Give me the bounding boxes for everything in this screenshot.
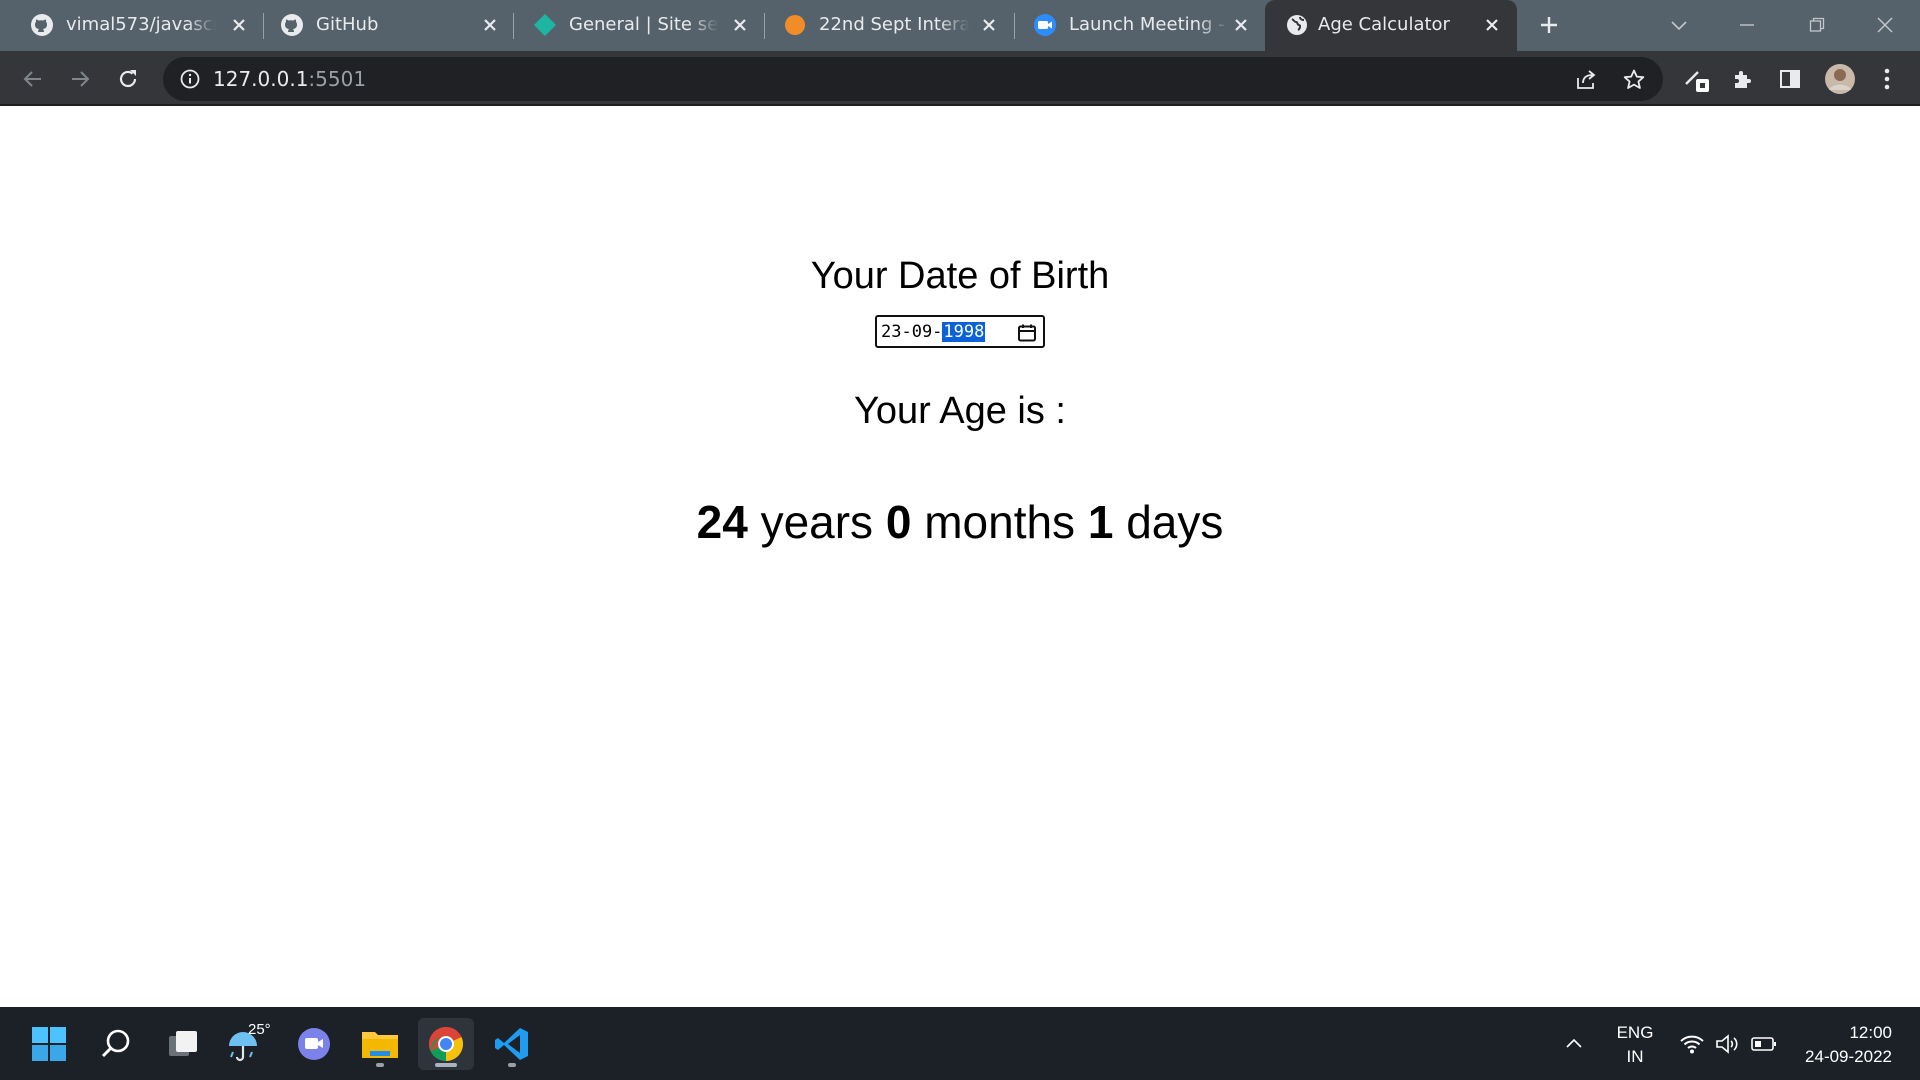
vscode-icon[interactable]	[486, 1018, 538, 1070]
age-result: 24 years 0 months 1 days	[0, 495, 1920, 549]
dob-heading: Your Date of Birth	[810, 255, 1110, 297]
share-icon[interactable]	[1573, 67, 1599, 93]
globe-icon	[1285, 13, 1309, 37]
tab-search-chevron-icon[interactable]	[1662, 8, 1696, 42]
tab-age-calculator[interactable]: Age Calculator	[1265, 0, 1517, 51]
volume-icon[interactable]	[1708, 1018, 1748, 1070]
windows-start-icon[interactable]	[23, 1018, 75, 1070]
close-tab-icon[interactable]	[976, 12, 1002, 38]
close-tab-icon[interactable]	[1479, 12, 1505, 38]
tab-title: Launch Meeting - Z	[1069, 14, 1229, 35]
side-panel-icon[interactable]	[1775, 64, 1805, 94]
minimize-icon[interactable]	[1730, 8, 1764, 42]
wifi-icon[interactable]	[1672, 1018, 1712, 1070]
restore-icon[interactable]	[1800, 8, 1834, 42]
url-text: 127.0.0.1:5501	[213, 68, 366, 90]
close-tab-icon[interactable]	[226, 12, 252, 38]
age-years-word: years	[760, 496, 874, 548]
lang-code: ENG	[1616, 1023, 1654, 1042]
task-view-icon[interactable]	[157, 1018, 209, 1070]
language-indicator[interactable]: ENG IN	[1612, 1007, 1658, 1080]
diamond-icon	[533, 13, 557, 37]
zoom-icon	[1033, 13, 1057, 37]
age-months-word: months	[924, 496, 1076, 548]
page-viewport: Your Date of Birth 23-09-1998 Your Age i…	[0, 107, 1920, 1007]
browser-toolbar: 127.0.0.1:5501	[0, 51, 1920, 106]
bookmark-star-icon[interactable]	[1621, 67, 1647, 93]
tab-title: vimal573/javascript	[66, 14, 216, 35]
github-icon	[30, 13, 54, 37]
teams-chat-icon[interactable]	[288, 1018, 340, 1070]
extension-pen-icon[interactable]	[1683, 64, 1713, 94]
site-info-icon[interactable]	[179, 68, 201, 90]
tab-interaction[interactable]: 22nd Sept Interactiv	[753, 0, 1003, 51]
address-bar[interactable]: 127.0.0.1:5501	[163, 57, 1663, 101]
tab-github[interactable]: GitHub	[250, 0, 510, 51]
date-value[interactable]: 23-09-1998	[881, 322, 986, 342]
tab-title: General | Site settin	[569, 14, 719, 35]
close-tab-icon[interactable]	[477, 12, 503, 38]
weather-temperature: 25°	[248, 1021, 271, 1038]
clock[interactable]: 12:00 24-09-2022	[1790, 1007, 1900, 1080]
close-tab-icon[interactable]	[727, 12, 753, 38]
search-icon[interactable]	[90, 1018, 142, 1070]
back-icon[interactable]	[18, 64, 48, 94]
battery-icon[interactable]	[1744, 1018, 1784, 1070]
age-days-word: days	[1126, 496, 1224, 548]
calendar-icon[interactable]	[1017, 323, 1037, 343]
chrome-icon[interactable]	[418, 1018, 474, 1070]
browser-tabstrip: vimal573/javascript GitHub General | Sit…	[0, 0, 1920, 51]
tab-title: Age Calculator	[1318, 14, 1450, 35]
tab-title: 22nd Sept Interactiv	[819, 14, 969, 35]
extensions-puzzle-icon[interactable]	[1728, 64, 1758, 94]
orange-dot-icon	[783, 13, 807, 37]
profile-avatar[interactable]	[1823, 62, 1857, 96]
url-host: 127.0.0.1	[213, 67, 309, 91]
age-months-value: 0	[885, 496, 912, 548]
active-indicator	[435, 1063, 457, 1067]
age-heading: Your Age is :	[854, 390, 1066, 432]
running-indicator	[376, 1063, 384, 1067]
age-years-value: 24	[696, 496, 748, 548]
clock-time: 12:00	[1849, 1023, 1892, 1042]
windows-taskbar: 25° ENG IN 12:00 24-09-2022	[0, 1007, 1920, 1080]
date-year-selected[interactable]: 1998	[942, 322, 986, 342]
browser-menu-icon[interactable]	[1872, 64, 1902, 94]
running-indicator	[508, 1063, 516, 1067]
new-tab-button[interactable]	[1535, 11, 1563, 39]
age-days-value: 1	[1087, 496, 1114, 548]
close-tab-icon[interactable]	[1228, 12, 1254, 38]
file-explorer-icon[interactable]	[354, 1018, 406, 1070]
tab-site-settings[interactable]: General | Site settin	[503, 0, 753, 51]
dob-date-input[interactable]: 23-09-1998	[875, 315, 1045, 348]
lang-region: IN	[1626, 1047, 1644, 1066]
clock-date: 24-09-2022	[1805, 1047, 1892, 1066]
tab-github-repo[interactable]: vimal573/javascript	[0, 0, 260, 51]
show-hidden-icons-chevron[interactable]	[1557, 1018, 1591, 1070]
url-port: :5501	[308, 67, 367, 91]
github-icon	[280, 13, 304, 37]
tab-title: GitHub	[316, 14, 379, 35]
date-day-month[interactable]: 23-09-	[881, 322, 942, 342]
reload-icon[interactable]	[113, 64, 143, 94]
close-window-icon[interactable]	[1868, 8, 1902, 42]
forward-icon[interactable]	[65, 64, 95, 94]
tab-zoom-meeting[interactable]: Launch Meeting - Z	[1003, 0, 1263, 51]
